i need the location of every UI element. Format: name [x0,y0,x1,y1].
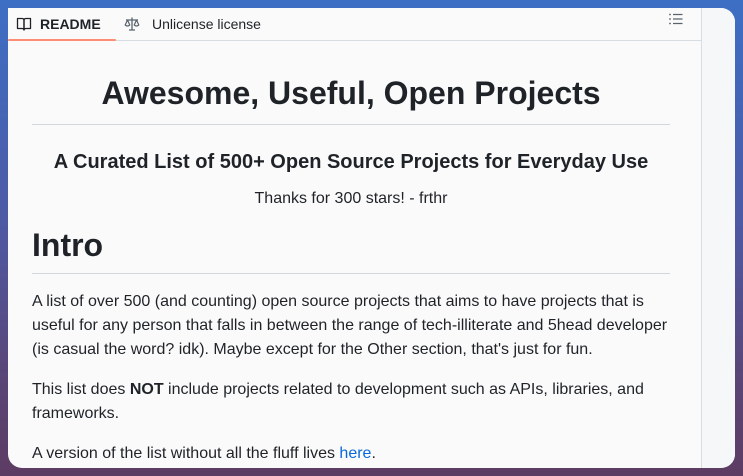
readme-viewer-window: README Unlicense license Awesome, Useful… [8,8,735,468]
scope-text-before: This list does [32,381,130,398]
book-icon [16,16,32,32]
law-scale-icon [124,16,140,32]
scope-paragraph: This list does NOT include projects rela… [32,378,670,426]
version-text-after: . [371,445,376,462]
scroll-gutter[interactable] [701,8,735,468]
intro-heading: Intro [32,225,670,274]
list-unordered-icon[interactable] [668,11,684,27]
thanks-note: Thanks for 300 stars! - frthr [254,190,448,207]
intro-paragraph: A list of over 500 (and counting) open s… [32,293,668,358]
version-text-before: A version of the list without all the fl… [32,445,340,462]
tab-license[interactable]: Unlicense license [124,8,261,40]
scope-emphasis: NOT [129,381,164,398]
readme-content: Awesome, Useful, Open Projects A Curated… [32,40,670,466]
readme-title: Awesome, Useful, Open Projects [32,40,670,125]
version-paragraph: A version of the list without all the fl… [32,442,670,466]
tab-readme-label: README [40,16,101,32]
readme-tab-bar: README Unlicense license [8,8,702,41]
readme-subtitle: A Curated List of 500+ Open Source Proje… [53,151,649,173]
tab-readme[interactable]: README [8,8,116,41]
tab-license-label: Unlicense license [152,16,261,32]
here-link[interactable]: here [339,445,371,462]
